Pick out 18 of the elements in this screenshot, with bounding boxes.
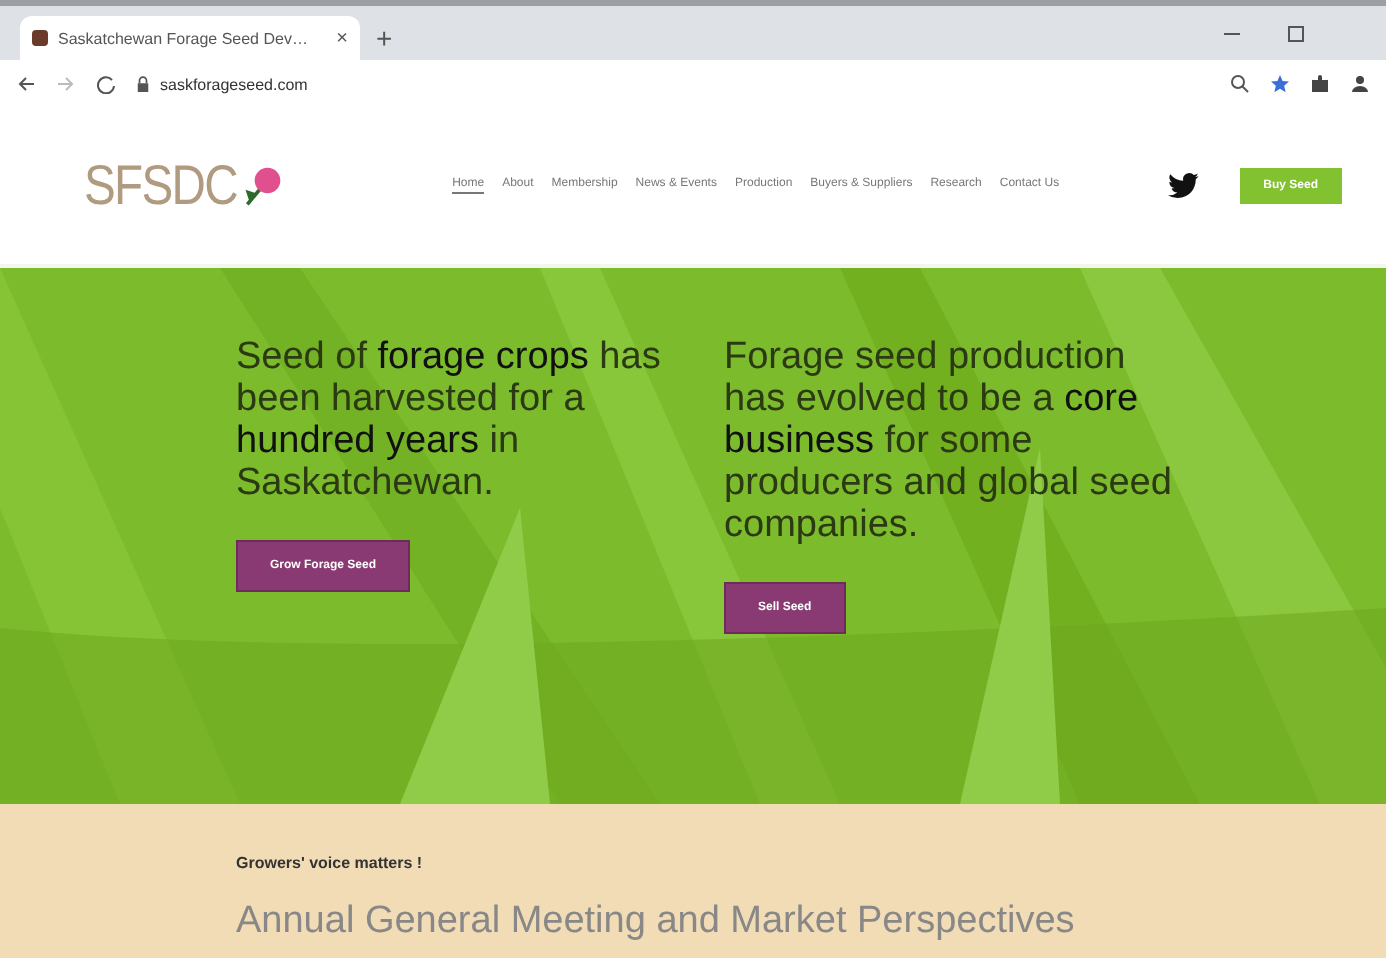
search-icon[interactable] — [1230, 74, 1250, 94]
bird-icon[interactable] — [1167, 172, 1200, 200]
site-icon — [32, 30, 48, 46]
section-heading: Annual General Meeting and Market Perspectives — [236, 900, 1077, 944]
hero-text: Seed of forage crops has been harvested for a hundred years in Saskatchewan. — [236, 336, 663, 504]
logo[interactable]: SFSDC — [84, 154, 237, 218]
hero-text: Forage seed production has evolved to be a core business for some producers and global seed companies. — [724, 336, 1174, 546]
back-icon[interactable] — [16, 74, 36, 94]
browser-tab[interactable]: Saskatchewan Forage Seed Dev… × — [20, 16, 360, 60]
section-kicker: Growers' voice matters ! — [236, 854, 425, 872]
new-tab-button[interactable]: + — [376, 22, 393, 54]
profile-icon[interactable] — [1350, 74, 1370, 94]
star-icon[interactable] — [1270, 74, 1290, 94]
close-tab-button[interactable]: × — [336, 27, 348, 49]
lock-icon — [136, 75, 150, 93]
reload-icon[interactable] — [96, 74, 116, 94]
maximize-icon[interactable] — [1286, 23, 1306, 43]
tab-title: Saskatchewan Forage Seed Dev… — [58, 29, 310, 47]
